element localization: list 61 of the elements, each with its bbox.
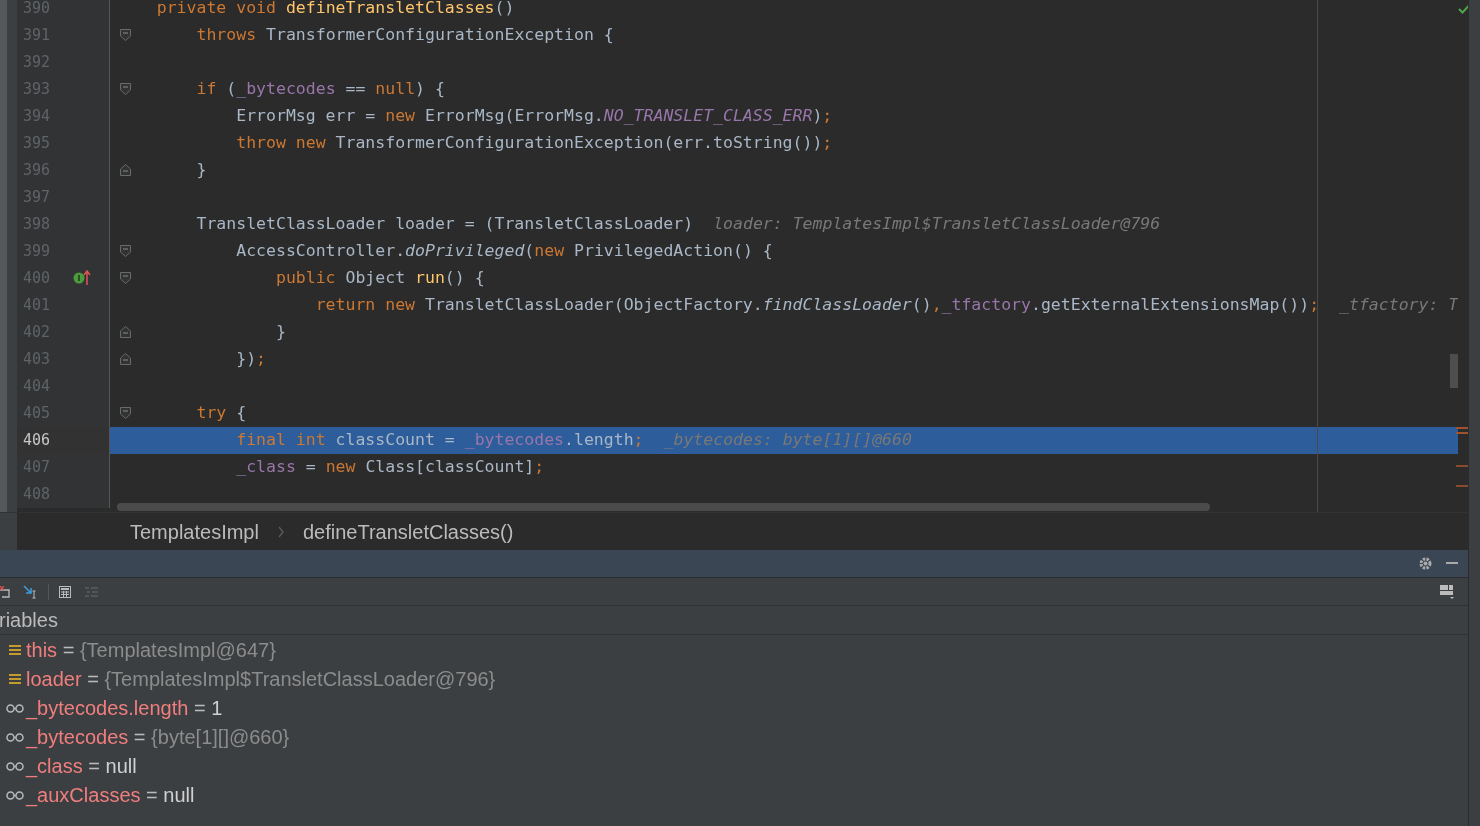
- code-line: try {: [196, 402, 247, 425]
- fold-icon[interactable]: [120, 245, 131, 257]
- code-line: return new TransletClassLoader(ObjectFactory.findClassLoader(),_tfactory.getExternalExtensionsMap());: [315, 294, 1320, 317]
- watch-icon: [6, 760, 24, 771]
- error-stripe-mark: [1456, 465, 1468, 467]
- code-line: throws TransformerConfigurationException {: [196, 24, 614, 47]
- variable-row[interactable]: _bytecodes.length = 1: [0, 693, 1468, 722]
- code-line: throw new TransformerConfigurationException(err.toString());: [236, 132, 833, 155]
- check-icon: [1458, 4, 1468, 14]
- chevron-right-icon: [276, 525, 285, 538]
- fold-icon[interactable]: [120, 407, 131, 419]
- breadcrumb[interactable]: defineTransletClasses(): [302, 516, 514, 547]
- code-line: TransletClassLoader loader = (TransletClassLoader): [196, 213, 694, 236]
- fold-icon[interactable]: [120, 164, 131, 176]
- minimize-icon[interactable]: [1446, 562, 1458, 565]
- code-line: public Object run() {: [275, 267, 485, 290]
- variable-row[interactable]: loader = {TemplatesImpl$TransletClassLoader@796}: [0, 664, 1468, 693]
- line-number: 406: [23, 430, 51, 451]
- variable-row[interactable]: _auxClasses = null: [0, 780, 1468, 809]
- error-stripe-mark: [1456, 485, 1468, 487]
- variable-row[interactable]: _class = null: [0, 751, 1468, 780]
- code-line: });: [236, 348, 267, 371]
- fold-icon[interactable]: [120, 353, 131, 365]
- field-icon: [9, 643, 21, 656]
- variable-row[interactable]: _bytecodes = {byte[1][]@660}: [0, 722, 1468, 751]
- code-line: _class = new Class[classCount];: [236, 456, 545, 479]
- variable-entry: _bytecodes.length = 1: [26, 695, 223, 722]
- watch-icon: [6, 789, 24, 800]
- variable-row[interactable]: this = {TemplatesImpl@647}: [0, 635, 1468, 664]
- code-line: if (_bytecodes == null) {: [196, 78, 445, 101]
- code-line: AccessController.doPrivileged(new PrivilegedAction() {: [236, 240, 773, 263]
- fold-icon[interactable]: [120, 272, 131, 284]
- variable-entry: loader = {TemplatesImpl$TransletClassLoader@796}: [26, 666, 496, 692]
- code-line: private void defineTransletClasses(): [156, 0, 515, 20]
- fold-icon[interactable]: [120, 83, 131, 95]
- override-marker-icon[interactable]: [73, 270, 91, 286]
- restore-frame-icon[interactable]: [0, 585, 11, 598]
- watch-icon: [6, 731, 24, 742]
- watch-icon: [6, 702, 24, 713]
- calculator-icon[interactable]: [59, 585, 71, 598]
- horizontal-scrollbar[interactable]: [117, 503, 1210, 511]
- vertical-scrollbar[interactable]: [1450, 354, 1459, 388]
- inline-value-hint: loader: TemplatesImpl$TransletClassLoader@796: [713, 213, 1161, 236]
- code-line: }: [275, 321, 286, 344]
- inline-value-hint: _tfactory: T: [1339, 294, 1459, 317]
- inline-value-hint: _bytecodes: byte[1][]@660: [663, 429, 912, 452]
- layout-icon[interactable]: [1440, 584, 1455, 599]
- code-line: }: [196, 159, 207, 182]
- settings-icon[interactable]: [1419, 557, 1432, 570]
- panel-title: riables: [0, 608, 58, 633]
- variable-entry: _class = null: [26, 753, 137, 780]
- fold-icon[interactable]: [120, 326, 131, 338]
- code-line: final int classCount = _bytecodes.length;: [236, 429, 644, 452]
- field-icon: [9, 672, 21, 685]
- step-arrow-icon[interactable]: [23, 584, 39, 599]
- breadcrumb[interactable]: TemplatesImpl: [130, 516, 259, 547]
- variable-entry: _auxClasses = null: [26, 782, 195, 809]
- code-line: ErrorMsg err = new ErrorMsg(ErrorMsg.NO_TRANSLET_CLASS_ERR);: [236, 105, 833, 128]
- variable-entry: this = {TemplatesImpl@647}: [26, 637, 276, 663]
- variable-entry: _bytecodes = {byte[1][]@660}: [26, 724, 290, 751]
- fold-icon[interactable]: [120, 29, 131, 41]
